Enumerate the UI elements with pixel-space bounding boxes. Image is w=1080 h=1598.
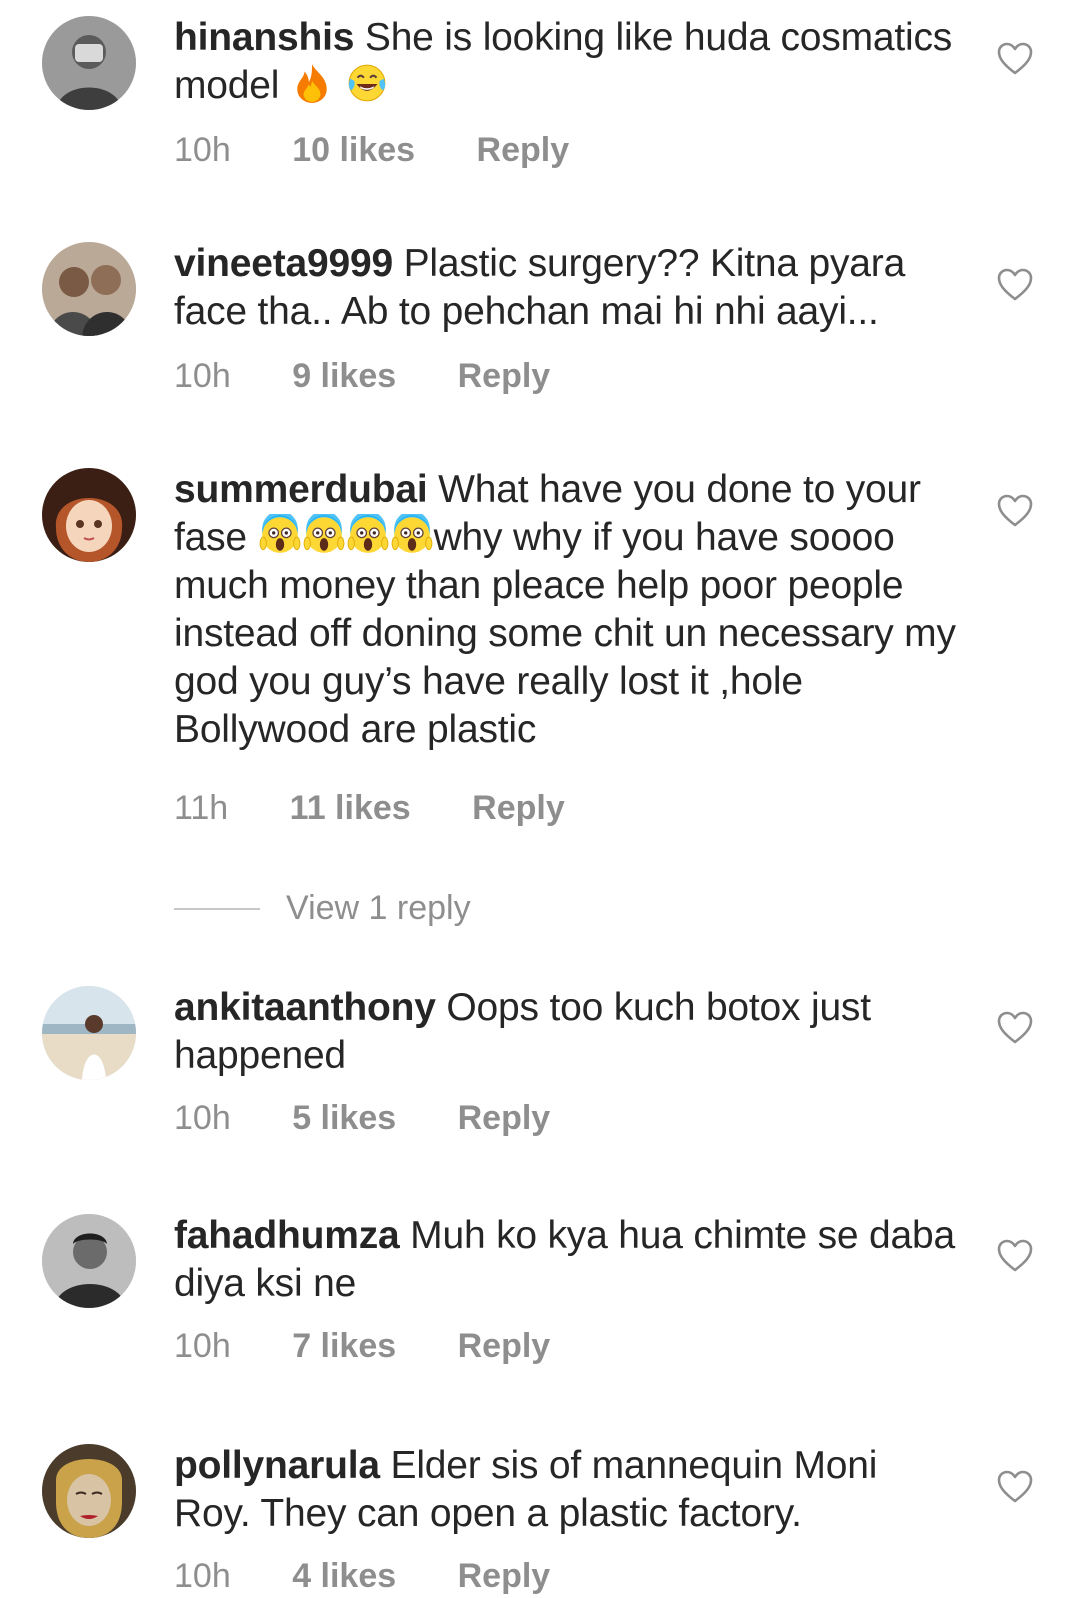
screaming-face-emoji <box>259 514 301 556</box>
comment-timestamp: 10h <box>174 1327 231 1365</box>
comment-likes-count[interactable]: 7 likes <box>292 1326 396 1366</box>
comment-likes-count[interactable]: 10 likes <box>292 130 415 170</box>
reply-button[interactable]: Reply <box>472 788 565 828</box>
comment-timestamp: 11h <box>174 789 229 827</box>
comment-meta: 10h 7 likes Reply <box>174 1326 550 1366</box>
comment-body: fahadhumza Muh ko kya hua chimte se daba… <box>174 1212 964 1308</box>
reply-button[interactable]: Reply <box>458 1098 551 1138</box>
comment-username[interactable]: summerdubai <box>174 468 428 511</box>
comment-body: hinanshis She is looking like huda cosma… <box>174 14 964 110</box>
comment-meta: 11h 11 likes Reply <box>174 788 565 828</box>
like-button[interactable] <box>997 42 1033 76</box>
fire-emoji <box>291 62 333 104</box>
replies-divider <box>174 908 260 910</box>
like-button[interactable] <box>997 1470 1033 1504</box>
screaming-face-emoji <box>347 514 389 556</box>
avatar[interactable] <box>42 16 136 110</box>
screaming-face-emoji <box>303 514 345 556</box>
reply-button[interactable]: Reply <box>458 356 551 396</box>
comment-meta: 10h 10 likes Reply <box>174 130 569 170</box>
comments-list: hinanshis She is looking like huda cosma… <box>0 0 1080 1598</box>
screaming-face-emoji <box>391 514 433 556</box>
heart-outline-icon <box>997 1239 1033 1272</box>
like-button[interactable] <box>997 494 1033 528</box>
view-replies-label[interactable]: View 1 reply <box>286 888 471 928</box>
comment-body: pollynarula Elder sis of mannequin Moni … <box>174 1442 964 1538</box>
heart-outline-icon <box>997 42 1033 75</box>
comment-username[interactable]: hinanshis <box>174 16 354 59</box>
comment-likes-count[interactable]: 9 likes <box>292 356 396 396</box>
comment-timestamp: 10h <box>174 1099 231 1137</box>
comment-username[interactable]: pollynarula <box>174 1444 380 1487</box>
comment-likes-count[interactable]: 5 likes <box>292 1098 396 1138</box>
comment-meta: 10h 9 likes Reply <box>174 356 550 396</box>
comment-meta: 10h 5 likes Reply <box>174 1098 550 1138</box>
comment-body: summerdubai What have you done to your f… <box>174 466 964 754</box>
reply-button[interactable]: Reply <box>458 1556 551 1596</box>
comment-likes-count[interactable]: 11 likes <box>290 788 411 828</box>
comment-username[interactable]: ankitaanthony <box>174 986 436 1029</box>
like-button[interactable] <box>997 268 1033 302</box>
avatar[interactable] <box>42 242 136 336</box>
tears-of-joy-emoji <box>346 62 388 104</box>
avatar[interactable] <box>42 1444 136 1538</box>
comment-timestamp: 10h <box>174 1557 231 1595</box>
heart-outline-icon <box>997 1470 1033 1503</box>
avatar[interactable] <box>42 468 136 562</box>
reply-button[interactable]: Reply <box>458 1326 551 1366</box>
like-button[interactable] <box>997 1011 1033 1045</box>
comment-meta: 10h 4 likes Reply <box>174 1556 550 1596</box>
avatar[interactable] <box>42 1214 136 1308</box>
like-button[interactable] <box>997 1239 1033 1273</box>
comment-username[interactable]: vineeta9999 <box>174 242 393 285</box>
comment-timestamp: 10h <box>174 357 231 395</box>
heart-outline-icon <box>997 1011 1033 1044</box>
heart-outline-icon <box>997 268 1033 301</box>
reply-button[interactable]: Reply <box>477 130 570 170</box>
comment-timestamp: 10h <box>174 131 231 169</box>
comment-body: ankitaanthony Oops too kuch botox just h… <box>174 984 964 1080</box>
comment-body: vineeta9999 Plastic surgery?? Kitna pyar… <box>174 240 964 336</box>
heart-outline-icon <box>997 494 1033 527</box>
comment-username[interactable]: fahadhumza <box>174 1214 400 1257</box>
comment-likes-count[interactable]: 4 likes <box>292 1556 396 1596</box>
avatar[interactable] <box>42 986 136 1080</box>
